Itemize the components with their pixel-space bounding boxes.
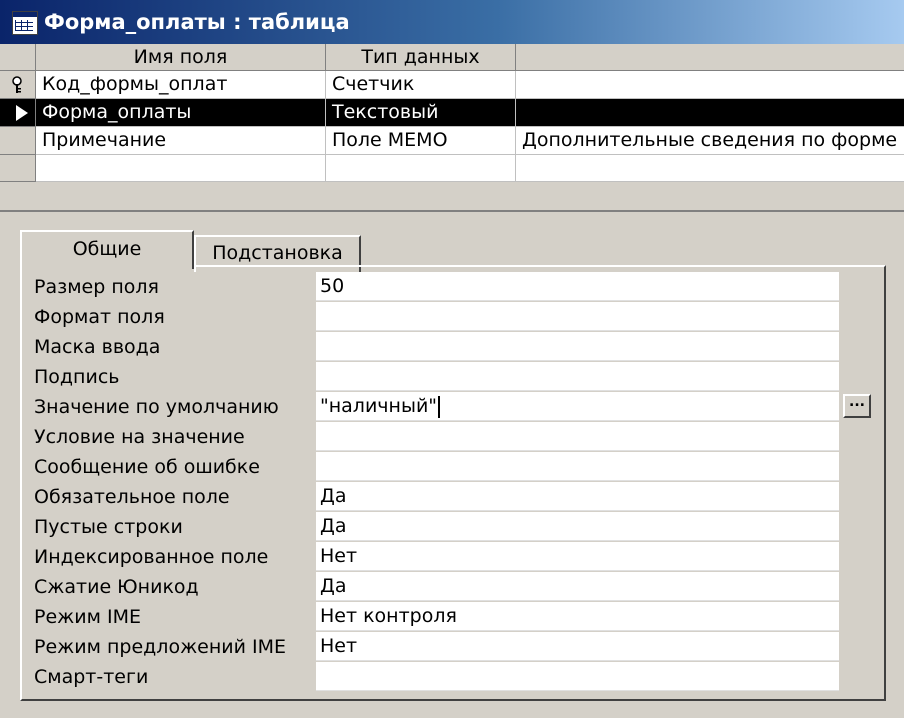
grid-corner (0, 44, 36, 71)
table-row[interactable]: Код_формы_оплат Счетчик (36, 71, 904, 99)
data-type-cell[interactable] (326, 155, 516, 183)
property-value-field[interactable]: Да (316, 482, 839, 511)
property-value-field[interactable]: Нет (316, 542, 839, 571)
property-label: Значение по умолчанию (34, 396, 279, 418)
description-cell[interactable] (516, 99, 904, 127)
default-value-text: "наличный" (320, 395, 438, 417)
property-label: Формат поля (34, 306, 165, 328)
property-label: Индексированное поле (34, 546, 269, 568)
default-value-field[interactable]: "наличный" (316, 392, 839, 421)
property-value-field[interactable]: Нет контроля (316, 602, 839, 631)
table-design-window: Форма_оплаты : таблица Имя поля Тип данн… (0, 0, 904, 718)
property-label: Обязательное поле (34, 486, 230, 508)
property-label: Смарт-теги (34, 666, 149, 688)
title-bar[interactable]: Форма_оплаты : таблица (0, 0, 904, 44)
current-row-arrow-icon (16, 105, 28, 121)
data-type-cell[interactable]: Счетчик (326, 71, 516, 99)
property-label: Режим предложений IME (34, 636, 287, 658)
key-icon (12, 76, 22, 93)
tab-general[interactable]: Общие (20, 230, 194, 269)
property-value-field[interactable] (316, 662, 839, 691)
row-selector[interactable] (0, 155, 36, 182)
property-value-field[interactable]: Да (316, 572, 839, 601)
property-value-field[interactable]: Да (316, 512, 839, 541)
row-selector[interactable] (0, 71, 36, 99)
property-label: Сообщение об ошибке (34, 456, 260, 478)
property-value-field[interactable] (316, 452, 839, 481)
description-cell[interactable] (516, 155, 904, 183)
field-grid: Имя поля Тип данных Код_формы_оплат Счет… (0, 44, 904, 183)
property-label: Режим IME (34, 606, 141, 628)
data-type-cell[interactable]: Текстовый (326, 99, 516, 127)
property-value-field[interactable] (316, 302, 839, 331)
field-name-cell[interactable]: Форма_оплаты (36, 99, 326, 127)
field-name-cell[interactable]: Примечание (36, 127, 326, 155)
column-header-description (516, 44, 904, 71)
column-header-field-name: Имя поля (36, 44, 326, 71)
property-value-field[interactable] (316, 332, 839, 361)
table-row[interactable]: Примечание Поле MEMO Дополнительные свед… (36, 127, 904, 155)
build-button[interactable]: ... (843, 394, 871, 418)
property-value-field[interactable] (316, 422, 839, 451)
property-label: Маска ввода (34, 336, 161, 358)
table-icon (12, 11, 38, 35)
property-label: Условие на значение (34, 426, 245, 448)
row-selector[interactable] (0, 99, 36, 127)
property-label: Сжатие Юникод (34, 576, 199, 598)
property-label: Пустые строки (34, 516, 183, 538)
property-value-field[interactable]: 50 (316, 272, 839, 301)
field-name-cell[interactable] (36, 155, 326, 183)
description-cell[interactable] (516, 71, 904, 99)
column-header-data-type: Тип данных (326, 44, 516, 71)
field-name-cell[interactable]: Код_формы_оплат (36, 71, 326, 99)
window-title: Форма_оплаты : таблица (44, 10, 350, 34)
property-label: Подпись (34, 366, 120, 388)
pane-splitter[interactable] (0, 182, 904, 212)
property-label: Размер поля (34, 276, 159, 298)
property-value-field[interactable]: Нет (316, 632, 839, 661)
text-cursor (438, 395, 441, 418)
table-row[interactable] (36, 155, 904, 183)
row-selector[interactable] (0, 127, 36, 155)
table-row[interactable]: Форма_оплаты Текстовый (36, 99, 904, 127)
description-cell[interactable]: Дополнительные сведения по форме (516, 127, 904, 155)
property-value-field[interactable] (316, 362, 839, 391)
data-type-cell[interactable]: Поле MEMO (326, 127, 516, 155)
